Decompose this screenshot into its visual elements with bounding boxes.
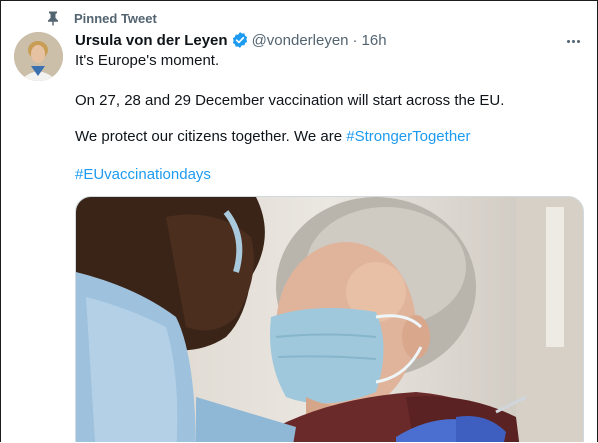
tweet-line-4: #EUvaccinationdays bbox=[75, 165, 211, 185]
author-handle[interactable]: @vonderleyen bbox=[252, 32, 349, 49]
tweet-line-1: It's Europe's moment. bbox=[75, 52, 220, 69]
tweet-line-3: We protect our citizens together. We are… bbox=[75, 127, 471, 147]
tweet-media-image[interactable] bbox=[75, 196, 584, 442]
pin-icon bbox=[48, 11, 58, 26]
avatar[interactable] bbox=[14, 32, 63, 81]
more-options-icon[interactable] bbox=[563, 32, 583, 50]
pinned-indicator: Pinned Tweet bbox=[45, 9, 157, 27]
verified-badge-icon bbox=[232, 32, 247, 48]
tweet-header: Ursula von der Leyen @vonderleyen · 16h bbox=[75, 30, 387, 50]
tweet-time[interactable]: 16h bbox=[362, 32, 387, 49]
meta-separator: · bbox=[352, 31, 358, 49]
tweet-line-3-text: We protect our citizens together. We are bbox=[75, 128, 347, 145]
author-name[interactable]: Ursula von der Leyen bbox=[75, 32, 228, 49]
tweet-card[interactable]: Pinned Tweet Ursula von der Leyen @vonde… bbox=[0, 0, 598, 442]
hashtag-stronger-together[interactable]: #StrongerTogether bbox=[346, 128, 470, 145]
pinned-label: Pinned Tweet bbox=[74, 10, 157, 26]
tweet-line-2: On 27, 28 and 29 December vaccination wi… bbox=[75, 92, 505, 109]
hashtag-eu-vaccination-days[interactable]: #EUvaccinationdays bbox=[75, 166, 211, 183]
